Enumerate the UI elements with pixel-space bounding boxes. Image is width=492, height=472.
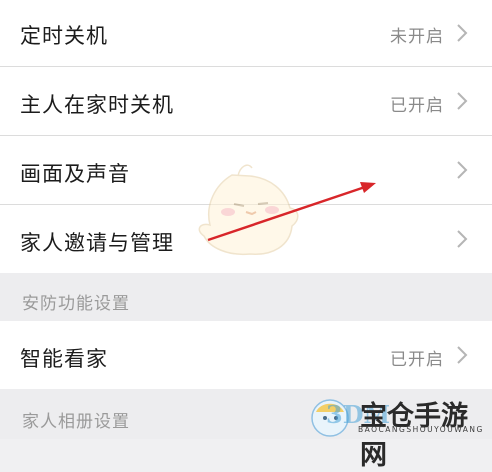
row-label: 画面及声音 (20, 162, 130, 186)
row-family-invite-management[interactable]: 家人邀请与管理 (0, 205, 492, 273)
row-status: 已开启 (390, 350, 444, 370)
row-owner-home-shutdown[interactable]: 主人在家时关机 已开启 (0, 67, 492, 135)
section-title: 安防功能设置 (22, 294, 130, 314)
watermark-logo: 3DM 宝仓手游网 BAOCANGSHOUYOUWANG (298, 392, 492, 471)
section-header-security: 安防功能设置 (0, 273, 492, 321)
chevron-right-icon (457, 230, 468, 248)
chevron-right-icon (457, 161, 468, 179)
watermark-site: BAOCANGSHOUYOUWANG (358, 425, 484, 434)
chevron-right-icon (457, 24, 468, 42)
chevron-right-icon (457, 92, 468, 110)
chevron-right-icon (457, 346, 468, 364)
row-label: 主人在家时关机 (20, 93, 174, 117)
row-label: 家人邀请与管理 (20, 231, 174, 255)
row-label: 定时关机 (20, 24, 108, 48)
row-status: 已开启 (390, 96, 444, 116)
row-smart-home-watch[interactable]: 智能看家 已开启 (0, 321, 492, 389)
row-label: 智能看家 (20, 347, 108, 371)
section-title: 家人相册设置 (22, 412, 130, 432)
row-status: 未开启 (390, 27, 444, 47)
row-timed-shutdown[interactable]: 定时关机 未开启 (0, 0, 492, 66)
row-picture-and-sound[interactable]: 画面及声音 (0, 136, 492, 204)
